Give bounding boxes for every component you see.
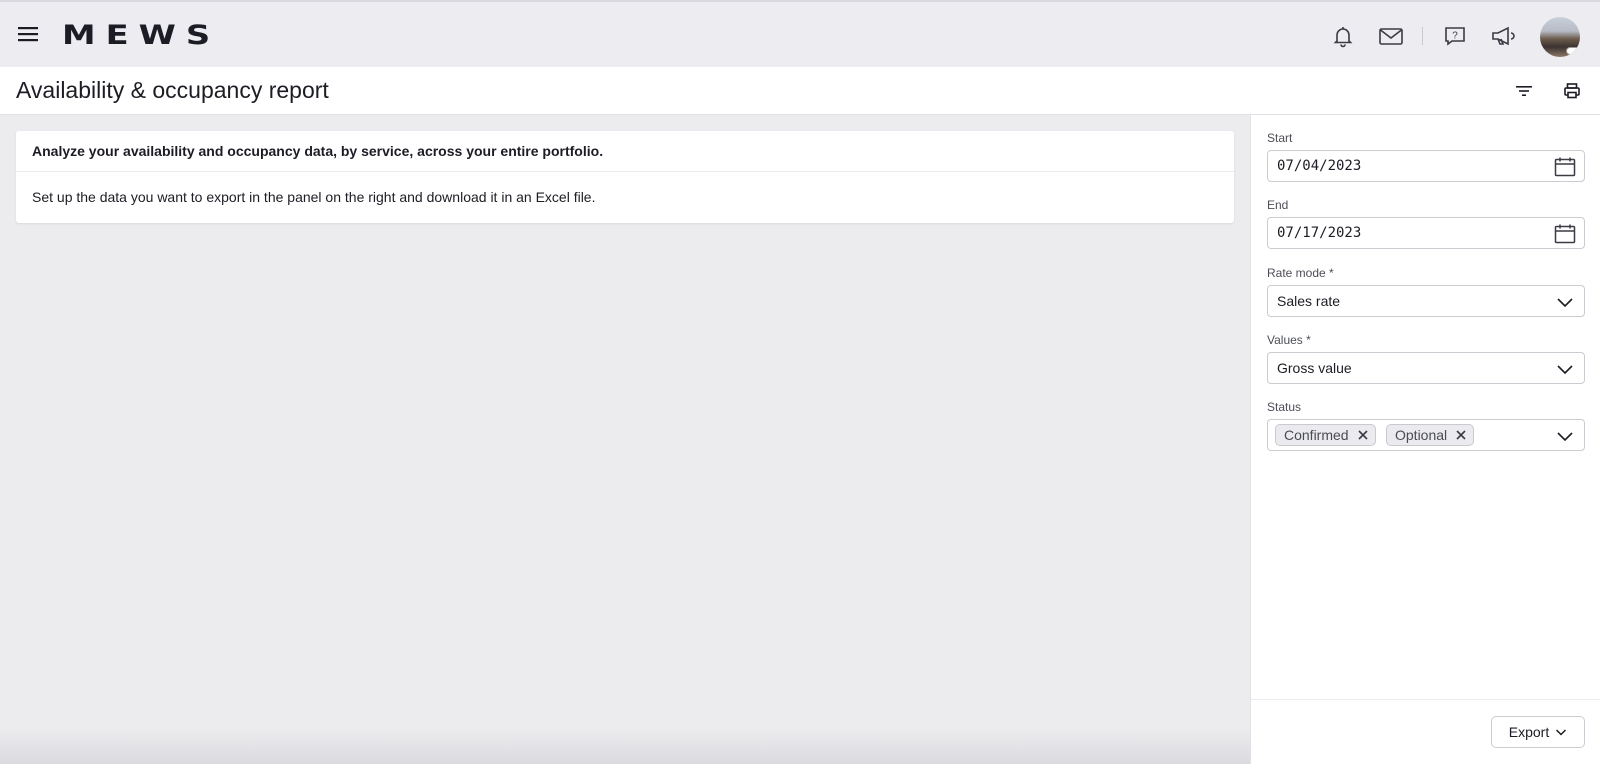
main-content: Analyze your availability and occupancy … [0,115,1250,764]
chip-label: Optional [1395,427,1448,443]
rate-mode-label: Rate mode * [1267,266,1334,280]
values-value: Gross value [1277,360,1352,376]
end-date-field[interactable]: 07/17/2023 [1267,217,1585,249]
calendar-icon[interactable] [1554,223,1576,245]
values-select[interactable]: Gross value [1267,352,1585,384]
rate-mode-select[interactable]: Sales rate [1267,285,1585,317]
toolbar-divider [1422,27,1423,45]
chevron-down-icon [1556,729,1567,736]
svg-text:?: ? [1452,31,1458,42]
mail-icon[interactable] [1377,22,1405,50]
values-label: Values * [1267,333,1311,347]
help-icon[interactable]: ? [1441,22,1469,50]
bottom-shadow [0,728,1250,764]
end-label: End [1267,198,1289,212]
bell-icon[interactable] [1329,22,1357,50]
end-date-value: 07/17/2023 [1277,225,1362,241]
calendar-icon[interactable] [1554,156,1576,178]
print-icon[interactable] [1560,79,1584,103]
report-settings-panel: Start 07/04/2023 End 07/17/2023 Rate mod… [1250,115,1600,764]
chevron-down-icon [1554,358,1576,380]
export-label: Export [1508,724,1550,740]
start-date-value: 07/04/2023 [1277,158,1362,174]
chip-label: Confirmed [1284,427,1349,443]
start-date-field[interactable]: 07/04/2023 [1267,150,1585,182]
rate-mode-value: Sales rate [1277,293,1341,309]
chevron-down-icon [1554,291,1576,313]
close-icon[interactable] [1455,429,1467,441]
status-chip-confirmed: Confirmed [1275,424,1376,446]
info-headline: Analyze your availability and occupancy … [32,143,604,159]
page-title: Availability & occupancy report [16,77,329,103]
info-card: Analyze your availability and occupancy … [16,131,1234,223]
mews-logo[interactable]: MEWS [62,20,220,51]
start-label: Start [1267,131,1293,145]
status-badge [1566,47,1580,55]
avatar[interactable] [1540,17,1580,57]
page-header: Availability & occupancy report [0,67,1600,115]
chevron-down-icon [1554,425,1576,447]
status-multiselect[interactable]: Confirmed Optional [1267,419,1585,451]
card-divider [16,171,1234,172]
menu-icon[interactable] [16,24,40,44]
info-description: Set up the data you want to export in th… [32,189,596,205]
status-chip-optional: Optional [1386,424,1475,446]
status-label: Status [1267,400,1302,414]
close-icon[interactable] [1357,429,1369,441]
top-navigation-bar: MEWS ? [0,0,1600,67]
panel-footer-divider [1251,699,1600,700]
megaphone-icon[interactable] [1489,22,1517,50]
export-button[interactable]: Export [1491,716,1585,748]
filter-icon[interactable] [1512,79,1536,103]
